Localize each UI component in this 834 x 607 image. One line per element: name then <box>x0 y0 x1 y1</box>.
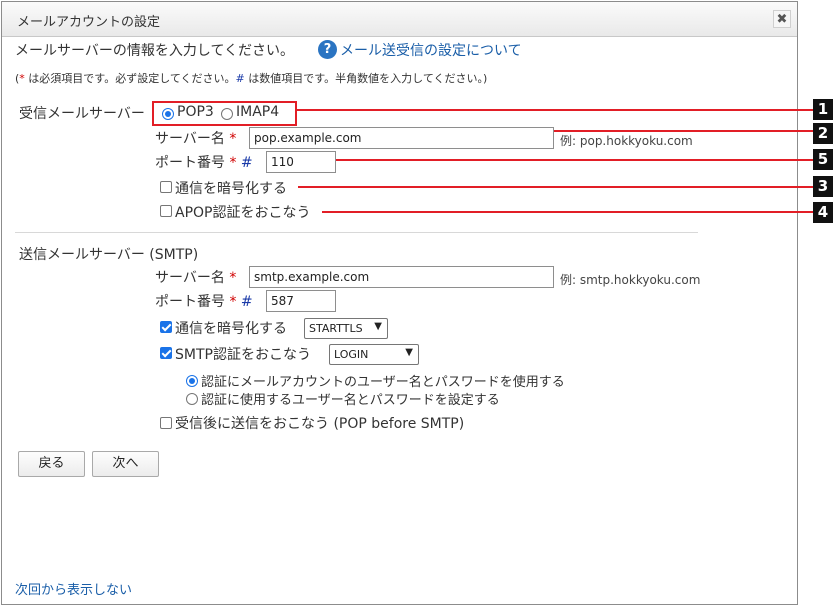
smtp-auth-checkbox[interactable] <box>160 347 172 359</box>
callout-badge-2: 2 <box>813 123 833 144</box>
dont-show-again-link[interactable]: 次回から表示しない <box>15 579 132 598</box>
send-port-label: ポート番号 * # <box>155 294 253 310</box>
auth-method-value: LOGIN <box>334 348 369 361</box>
callout-leader-4 <box>322 211 813 213</box>
send-section-label: 送信メールサーバー (SMTP) <box>19 247 199 263</box>
intro-text: メールサーバーの情報を入力してください。 <box>15 43 295 59</box>
receive-port-label: ポート番号 * # <box>155 155 253 171</box>
help-icon[interactable]: ? <box>318 40 337 59</box>
auth-account-radio[interactable] <box>186 375 198 387</box>
auth-custom-radio[interactable] <box>186 393 198 405</box>
auth-custom-label[interactable]: 認証に使用するユーザー名とパスワードを設定する <box>201 389 500 408</box>
pop-before-smtp-checkbox[interactable] <box>160 417 172 429</box>
callout-badge-5: 5 <box>813 149 833 170</box>
callout-leader-2 <box>554 130 813 132</box>
send-encrypt-label[interactable]: 通信を暗号化する <box>175 318 287 338</box>
apop-checkbox[interactable] <box>160 205 172 217</box>
next-button[interactable]: 次へ <box>92 451 159 477</box>
receive-encrypt-label[interactable]: 通信を暗号化する <box>175 178 287 198</box>
chevron-down-icon: ▼ <box>374 321 382 332</box>
callout-badge-1: 1 <box>813 99 833 120</box>
receive-port-input[interactable] <box>266 151 336 173</box>
callout-leader-3 <box>298 186 813 188</box>
close-icon[interactable]: ✖ <box>773 10 791 28</box>
receive-server-label: サーバー名 * <box>155 131 237 147</box>
send-port-input[interactable] <box>266 290 336 312</box>
apop-label[interactable]: APOP認証をおこなう <box>175 202 310 222</box>
back-button[interactable]: 戻る <box>18 451 85 477</box>
mail-account-dialog: メールアカウントの設定 ✖ <box>1 1 798 605</box>
required-note: (* は必須項目です。必ず設定してください。# は数値項目です。半角数値を入力し… <box>15 72 488 85</box>
callout-highlight-box <box>152 101 297 126</box>
receive-section-label: 受信メールサーバー <box>19 106 145 122</box>
send-server-label: サーバー名 * <box>155 270 237 286</box>
auth-method-select[interactable]: LOGIN ▼ <box>329 344 419 365</box>
send-server-example: 例: smtp.hokkyoku.com <box>560 273 701 287</box>
send-server-input[interactable] <box>249 266 554 288</box>
receive-server-example: 例: pop.hokkyoku.com <box>560 134 693 148</box>
receive-encrypt-checkbox[interactable] <box>160 181 172 193</box>
help-link[interactable]: メール送受信の設定について <box>340 40 522 60</box>
auth-account-label[interactable]: 認証にメールアカウントのユーザー名とパスワードを使用する <box>201 371 565 390</box>
smtp-auth-label[interactable]: SMTP認証をおこなう <box>175 344 311 364</box>
dialog-title: メールアカウントの設定 <box>17 15 161 30</box>
pop-before-smtp-label[interactable]: 受信後に送信をおこなう (POP before SMTP) <box>175 413 464 433</box>
numeric-mark: # <box>235 72 245 85</box>
section-divider <box>15 232 698 233</box>
callout-leader-1 <box>297 109 813 111</box>
encrypt-method-select[interactable]: STARTTLS ▼ <box>304 318 388 339</box>
chevron-down-icon: ▼ <box>405 347 413 358</box>
receive-server-input[interactable] <box>249 127 554 149</box>
callout-leader-5 <box>336 159 813 161</box>
callout-badge-3: 3 <box>813 176 833 197</box>
send-encrypt-checkbox[interactable] <box>160 321 172 333</box>
encrypt-method-value: STARTTLS <box>309 322 363 335</box>
dialog-titlebar: メールアカウントの設定 ✖ <box>2 2 797 37</box>
callout-badge-4: 4 <box>813 202 833 223</box>
